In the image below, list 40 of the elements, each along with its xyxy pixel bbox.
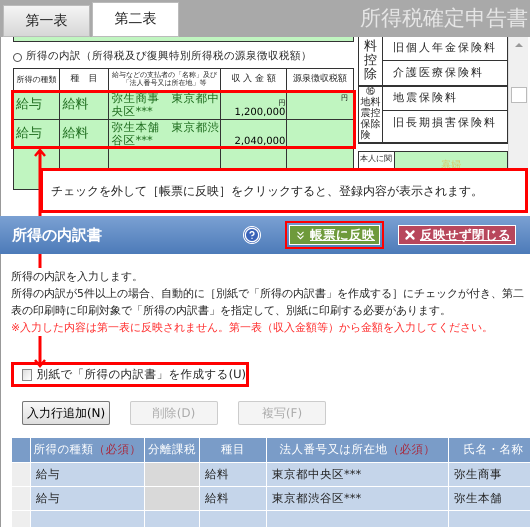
row-header[interactable] (12, 487, 31, 510)
app-title: 所得税確定申告書 (360, 4, 529, 32)
group-label: 地震保険 (360, 97, 370, 141)
item-number: ⑯ (366, 88, 375, 97)
scrollbar[interactable] (508, 37, 528, 168)
amount: 2,040,000 (234, 136, 286, 148)
table-cell: 給料 (60, 91, 110, 119)
action-button[interactable]: 入力行追加(N) (22, 401, 110, 425)
close-button[interactable]: 反映せず閉じる (398, 225, 516, 245)
column-header: 種 目 (60, 69, 110, 90)
tab[interactable]: 第一表 (3, 5, 90, 37)
table-cell: 給料 (60, 120, 110, 148)
close-icon (403, 228, 417, 242)
column-header: 源泉徴収税額 (292, 72, 348, 86)
dialog-title: 所得の内訳書 (12, 224, 102, 246)
table-cell: 給与 (14, 120, 60, 148)
checkbox-label: 別紙で「所得の内訳書」を作成する(U) (36, 366, 246, 383)
group-label: 料控除 (370, 97, 380, 132)
group-label: 料控除 (364, 40, 377, 82)
table-cell: 給与 (14, 91, 60, 119)
radio-icon (13, 52, 22, 62)
callout: チェックを外して［帳票に反映］をクリックすると、登録内容が表示されます。 (40, 168, 528, 213)
chevrons-down-icon (294, 228, 307, 242)
amount: 1,200,000 (234, 106, 286, 119)
checkbox[interactable] (22, 368, 32, 380)
column-header: 収 入 金 額 (220, 69, 288, 90)
help-icon[interactable] (243, 226, 261, 244)
column-header: 所得の種類 (14, 69, 60, 90)
deduction-item: 旧長期損害保険料 (392, 114, 498, 131)
apply-button[interactable]: 帳票に反映 (289, 225, 380, 245)
deduction-item: 地震保険料 (383, 87, 507, 111)
table-cell: 弥生本舗 東京都渋谷区*** (109, 120, 221, 148)
row-header[interactable] (12, 463, 31, 486)
deduction-item: 介護医療保険料 (392, 64, 485, 81)
table-cell-text: 弥生商事 (453, 466, 503, 483)
deduction-item: 旧個人年金保険料 (383, 37, 507, 61)
table-cell: 弥生商事 東京都中央区*** (109, 91, 221, 119)
tab[interactable]: 第二表 (92, 2, 179, 37)
table-cell-text: 弥生本舗 (453, 490, 503, 507)
section-heading: 所得の内訳（所得税及び復興特別所得税の源泉徴収税額） (26, 49, 312, 64)
